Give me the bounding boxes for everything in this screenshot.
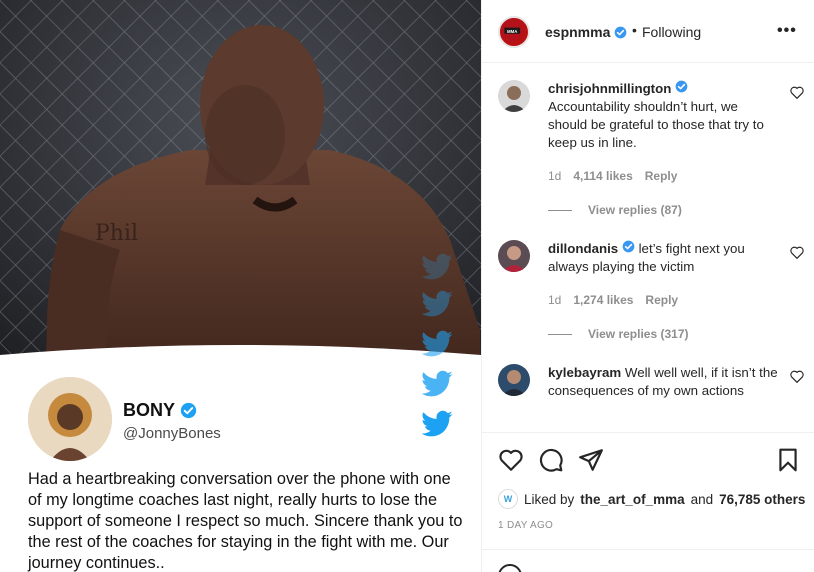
comment-item: kylebayram Well well well, if it isn’t t… (498, 364, 808, 424)
like-comment-heart-icon[interactable] (790, 370, 804, 383)
header-separator: • (632, 22, 637, 38)
view-replies-label[interactable]: View replies (87) (588, 203, 682, 217)
post-media[interactable]: Phil BONY @JonnyBones Had a heartbreakin… (0, 0, 481, 572)
tweet-handle: @JonnyBones (123, 425, 221, 442)
account-avatar[interactable]: MMA (498, 16, 530, 48)
comment-message: Accountability shouldn’t hurt, we should… (548, 99, 764, 150)
twitter-bird-icon (421, 290, 453, 317)
comment-avatar[interactable] (498, 80, 530, 112)
twitter-bird-icon (421, 410, 453, 437)
comment-bubble-icon[interactable] (538, 447, 564, 473)
liked-by-avatar[interactable]: W (498, 489, 518, 509)
tweet-text: Had a heartbreaking conversation over th… (28, 470, 463, 572)
view-replies-label[interactable]: View replies (317) (588, 327, 689, 341)
liked-by-and: and (690, 491, 714, 507)
verified-icon (622, 240, 635, 253)
post-photo: Phil (0, 0, 481, 400)
post-sidebar: MMA espnmma • Following ••• chrisjohnmil… (481, 0, 814, 572)
comment-username[interactable]: chrisjohnmillington (548, 81, 671, 96)
comment-username[interactable]: dillondanis (548, 241, 618, 256)
following-button[interactable]: Following (642, 24, 701, 40)
comment-meta: 1d 1,274 likes Reply (548, 293, 678, 307)
comment-meta: 1d 4,114 likes Reply (548, 169, 677, 183)
twitter-bird-icon (421, 253, 453, 280)
comment-age: 1d (548, 169, 562, 183)
liked-by-prefix: Liked by (524, 491, 575, 507)
save-bookmark-icon[interactable] (775, 447, 801, 473)
add-comment-bar[interactable] (482, 549, 814, 572)
comment-likes[interactable]: 1,274 likes (573, 293, 633, 307)
tweet-display-name: BONY (123, 400, 197, 421)
twitter-bird-icon (421, 330, 453, 357)
like-comment-heart-icon[interactable] (790, 246, 804, 259)
verified-icon (180, 402, 197, 419)
tweet-name-text: BONY (123, 400, 176, 420)
replies-divider (548, 209, 572, 211)
comment-likes[interactable]: 4,114 likes (573, 169, 632, 183)
like-comment-heart-icon[interactable] (790, 86, 804, 99)
tweet-avatar (28, 377, 112, 461)
svg-text:MMA: MMA (507, 29, 518, 34)
liked-by-others[interactable]: 76,785 others (719, 492, 805, 507)
emoji-icon[interactable] (498, 564, 522, 572)
twitter-bird-icon (421, 370, 453, 397)
comment-avatar[interactable] (498, 364, 530, 396)
comment-text: chrisjohnmillington Accountability shoul… (548, 80, 780, 152)
comment-avatar[interactable] (498, 240, 530, 272)
reply-button[interactable]: Reply (645, 169, 678, 183)
svg-text:Phil: Phil (95, 221, 138, 246)
comment-item: chrisjohnmillington Accountability shoul… (498, 80, 808, 220)
account-username-text[interactable]: espnmma (545, 24, 610, 40)
comment-text: kylebayram Well well well, if it isn’t t… (548, 364, 780, 400)
post-action-bar (482, 432, 814, 486)
view-replies[interactable]: View replies (317) (548, 327, 689, 341)
like-heart-icon[interactable] (498, 447, 524, 473)
verified-icon (675, 80, 688, 93)
comment-age: 1d (548, 293, 562, 307)
post-timestamp[interactable]: 1 DAY AGO (498, 520, 553, 531)
verified-icon (615, 26, 627, 38)
comment-text: dillondanis let’s fight next you always … (548, 240, 780, 276)
liked-by: W Liked by the_art_of_mma and 76,785 oth… (498, 489, 805, 509)
replies-divider (548, 333, 572, 335)
more-options-icon[interactable]: ••• (777, 22, 797, 40)
liked-by-user[interactable]: the_art_of_mma (580, 492, 684, 507)
account-username[interactable]: espnmma (545, 24, 627, 40)
post-header: MMA espnmma • Following ••• (482, 0, 814, 63)
comment-item: dillondanis let’s fight next you always … (498, 240, 808, 350)
reply-button[interactable]: Reply (645, 293, 678, 307)
view-replies[interactable]: View replies (87) (548, 203, 682, 217)
comment-username[interactable]: kylebayram (548, 365, 621, 380)
share-paper-plane-icon[interactable] (578, 447, 604, 473)
